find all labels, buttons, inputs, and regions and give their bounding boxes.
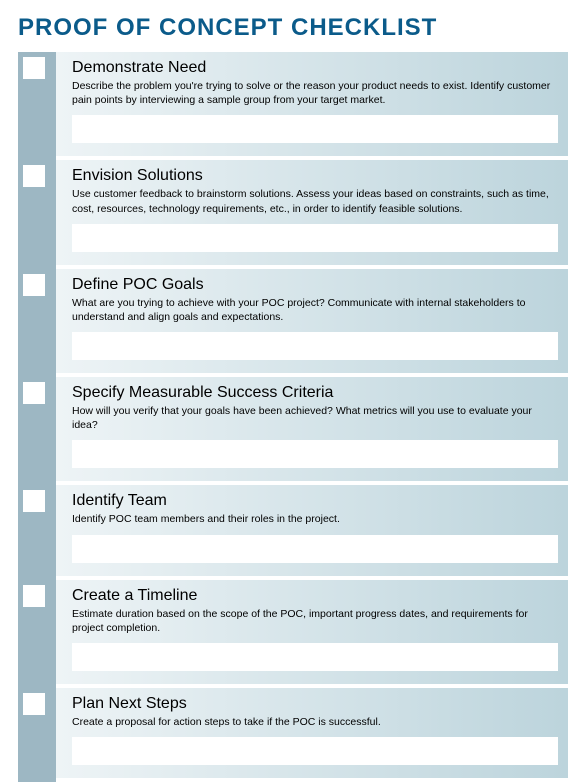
- checklist-item: Create a Timeline Estimate duration base…: [56, 580, 568, 688]
- item-input[interactable]: [72, 535, 558, 563]
- item-title: Demonstrate Need: [72, 59, 558, 77]
- item-description: Identify POC team members and their role…: [72, 512, 558, 526]
- item-title: Plan Next Steps: [72, 695, 558, 713]
- item-input[interactable]: [72, 440, 558, 468]
- item-input[interactable]: [72, 643, 558, 671]
- item-title: Identify Team: [72, 492, 558, 510]
- item-input[interactable]: [72, 224, 558, 252]
- item-description: Describe the problem you're trying to so…: [72, 79, 558, 107]
- checklist-items: Demonstrate Need Describe the problem yo…: [56, 52, 568, 782]
- item-title: Create a Timeline: [72, 587, 558, 605]
- item-title: Envision Solutions: [72, 167, 558, 185]
- checklist-item: Plan Next Steps Create a proposal for ac…: [56, 688, 568, 782]
- checklist-item: Demonstrate Need Describe the problem yo…: [56, 52, 568, 160]
- item-title: Define POC Goals: [72, 276, 558, 294]
- item-description: Use customer feedback to brainstorm solu…: [72, 187, 558, 215]
- item-description: Estimate duration based on the scope of …: [72, 607, 558, 635]
- page-title: PROOF OF CONCEPT CHECKLIST: [18, 14, 568, 42]
- checkbox[interactable]: [23, 382, 45, 404]
- item-description: Create a proposal for action steps to ta…: [72, 715, 558, 729]
- checkbox[interactable]: [23, 57, 45, 79]
- checkbox[interactable]: [23, 165, 45, 187]
- item-input[interactable]: [72, 115, 558, 143]
- checklist-item: Identify Team Identify POC team members …: [56, 485, 568, 579]
- checkbox[interactable]: [23, 490, 45, 512]
- checkbox[interactable]: [23, 693, 45, 715]
- checklist-item: Define POC Goals What are you trying to …: [56, 269, 568, 377]
- item-description: How will you verify that your goals have…: [72, 404, 558, 432]
- checklist-item: Envision Solutions Use customer feedback…: [56, 160, 568, 268]
- item-input[interactable]: [72, 737, 558, 765]
- checkbox[interactable]: [23, 585, 45, 607]
- checklist-body: Demonstrate Need Describe the problem yo…: [18, 52, 568, 782]
- item-title: Specify Measurable Success Criteria: [72, 384, 558, 402]
- left-sidebar: [18, 52, 56, 782]
- item-description: What are you trying to achieve with your…: [72, 296, 558, 324]
- item-input[interactable]: [72, 332, 558, 360]
- checklist-item: Specify Measurable Success Criteria How …: [56, 377, 568, 485]
- checkbox[interactable]: [23, 274, 45, 296]
